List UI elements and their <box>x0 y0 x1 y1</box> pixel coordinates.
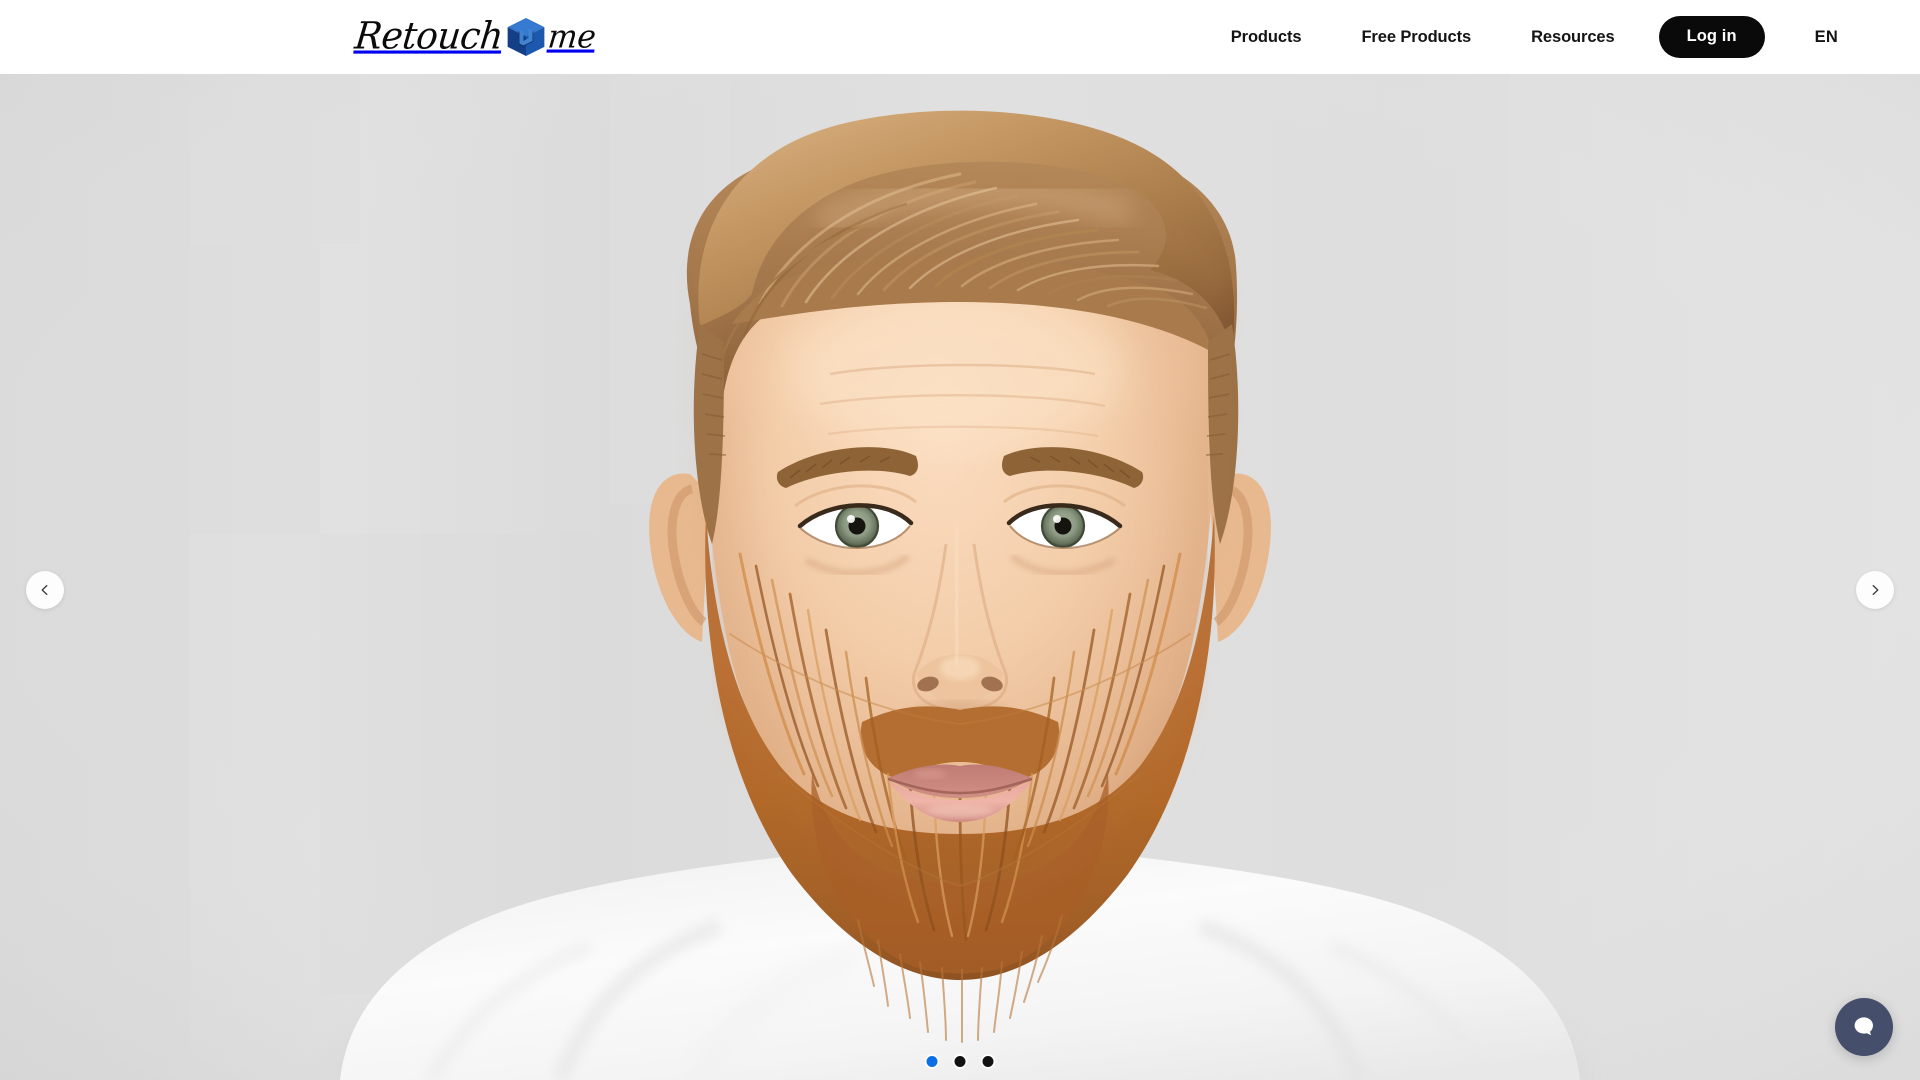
chevron-right-icon <box>1869 584 1881 596</box>
chat-bubble-icon <box>1849 1012 1879 1042</box>
site-header: Retouch me Products Free Products Resour… <box>0 0 1920 74</box>
hero-carousel <box>0 74 1920 1080</box>
carousel-dot-1[interactable] <box>924 1054 940 1069</box>
logo-text-left: Retouch <box>352 15 505 58</box>
carousel-prev-arrow[interactable] <box>26 571 64 609</box>
carousel-pagination <box>924 1054 996 1069</box>
carousel-dot-3[interactable] <box>980 1054 996 1069</box>
blue-cube-icon <box>505 16 547 58</box>
nav-link-resources[interactable]: Resources <box>1531 28 1615 46</box>
carousel-next-arrow[interactable] <box>1856 571 1894 609</box>
carousel-dot-2[interactable] <box>952 1054 968 1069</box>
retouch4me-logo[interactable]: Retouch me <box>352 13 598 61</box>
language-selector[interactable]: EN <box>1815 28 1838 47</box>
hero-slide-image <box>0 74 1920 1080</box>
main-navigation: Products Free Products Resources Log in … <box>1231 0 1920 74</box>
nav-link-free-products[interactable]: Free Products <box>1361 28 1471 46</box>
logo-text-right: me <box>545 17 598 56</box>
chevron-left-icon <box>39 584 51 596</box>
nav-link-products[interactable]: Products <box>1231 28 1302 46</box>
chat-widget-button[interactable] <box>1835 998 1893 1056</box>
login-button[interactable]: Log in <box>1658 16 1765 58</box>
